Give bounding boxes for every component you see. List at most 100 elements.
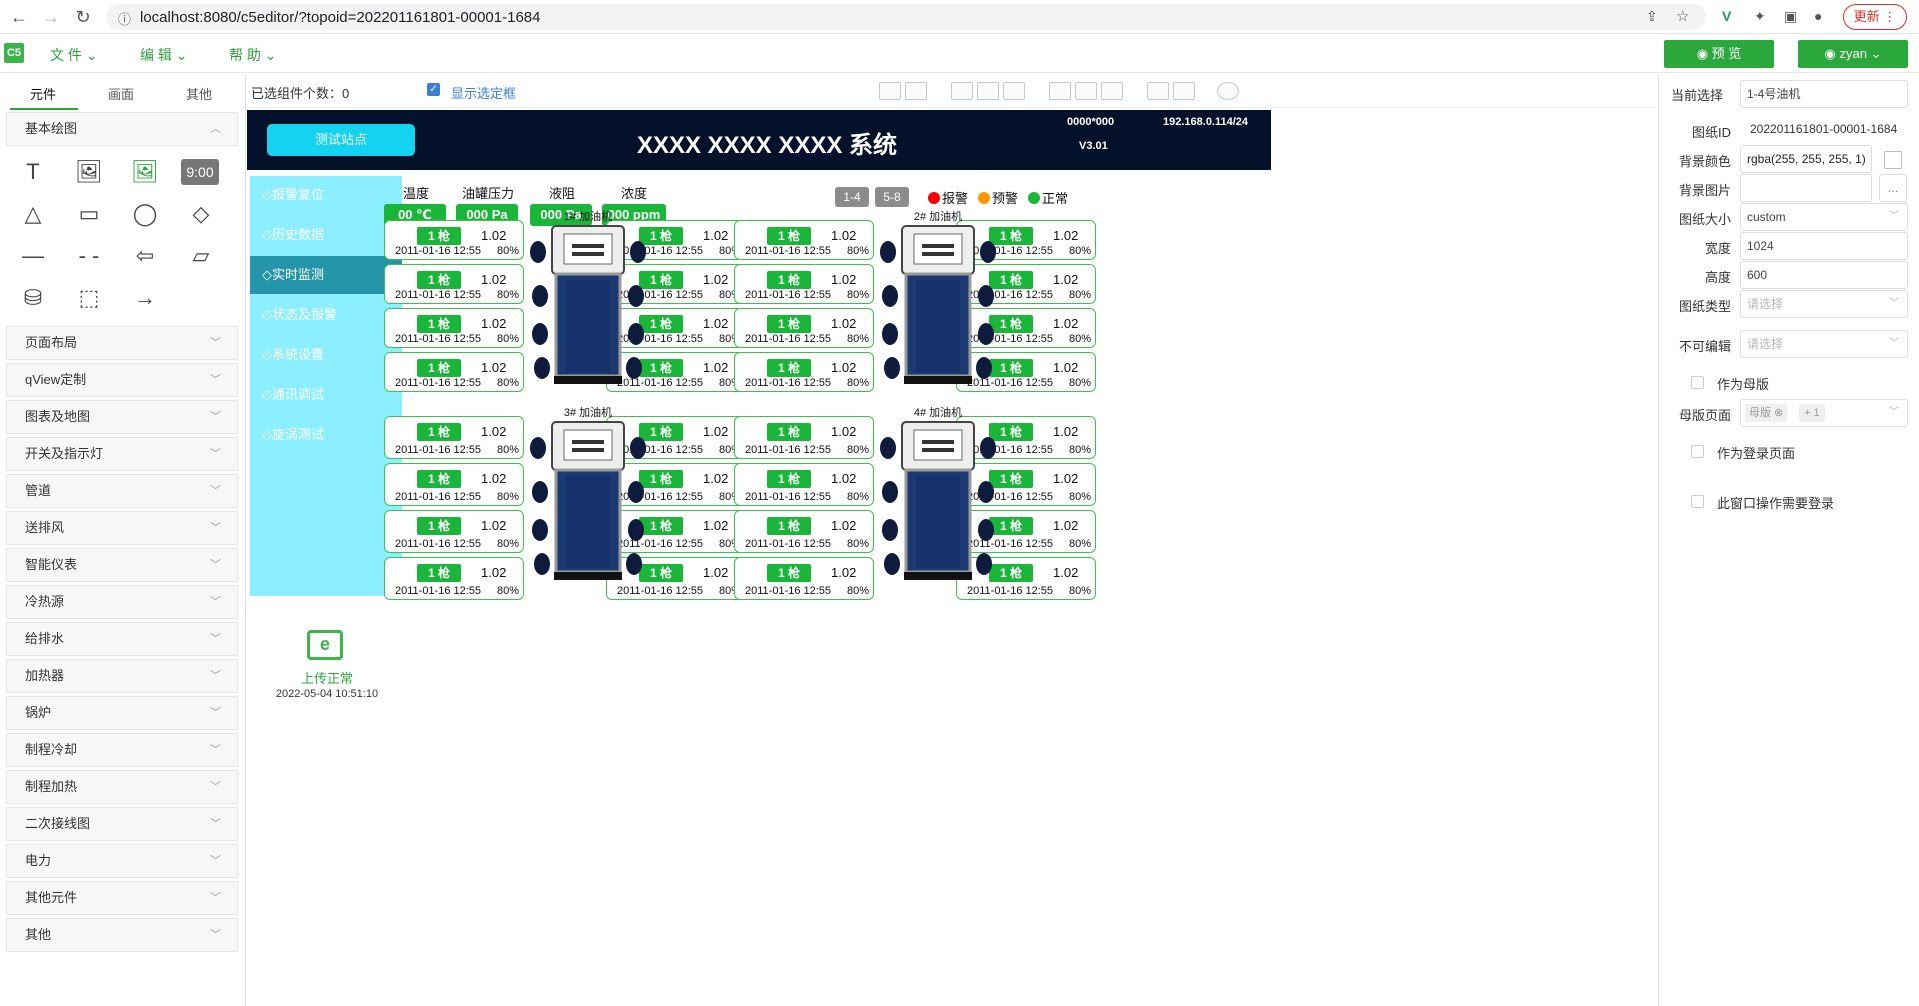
as-login-page-checkbox[interactable] [1691,445,1704,458]
group-icon[interactable] [879,82,901,100]
text-tool-icon[interactable]: T [13,156,53,188]
category-item[interactable]: qView定制 ﹀ [6,363,238,397]
nozzle-card[interactable]: 1 枪 1.02 2011-01-16 12:55 80% [734,220,874,260]
arrow-shape-tool-icon[interactable]: ⇦ [125,240,165,272]
need-login-checkbox[interactable] [1691,495,1704,508]
bg-image-browse-button[interactable]: ... [1879,174,1907,202]
category-item[interactable]: 电力 ﹀ [6,844,238,878]
fuel-dispenser-icon[interactable] [528,418,648,586]
nozzle-card[interactable]: 1 枪 1.02 2011-01-16 12:55 80% [734,264,874,304]
category-item[interactable]: 其他元件 ﹀ [6,881,238,915]
nozzle-card[interactable]: 1 枪 1.02 2011-01-16 12:55 80% [384,264,524,304]
update-button[interactable]: 更新 ⋮ [1843,4,1907,30]
category-basic-drawing[interactable]: 基本绘图 ︿ [6,112,238,146]
category-item[interactable]: 制程冷却 ﹀ [6,733,238,767]
category-item[interactable]: 冷热源 ﹀ [6,585,238,619]
category-item[interactable]: 其他 ﹀ [6,918,238,952]
master-tag[interactable]: 母版 ⊗ [1745,404,1788,422]
triangle-tool-icon[interactable]: △ [13,198,53,230]
arrow-line-tool-icon[interactable]: → [125,282,165,314]
reload-icon[interactable]: ↻ [72,6,94,28]
page-button[interactable]: 1-4 [835,187,869,207]
hmi-nav-item[interactable]: ◇通讯调试 [250,376,402,414]
profile-icon[interactable]: ● [1814,8,1822,24]
drawing-canvas[interactable]: 测试站点 XXXX XXXX XXXX 系统 0000*000 192.168.… [247,110,1271,710]
paper-type-select[interactable]: 请选择 ﹀ [1740,290,1908,318]
picture-tool-icon[interactable]: 🖼 [125,156,165,188]
align-top-icon[interactable] [1049,82,1071,100]
move-icon[interactable] [1217,82,1239,100]
nozzle-card[interactable]: 1 枪 1.02 2011-01-16 12:55 80% [384,510,524,553]
align-left-icon[interactable] [951,82,973,100]
nozzle-card[interactable]: 1 枪 1.02 2011-01-16 12:55 80% [734,463,874,506]
no-edit-select[interactable]: 请选择 ﹀ [1740,330,1908,358]
back-icon[interactable]: ← [8,6,30,28]
as-master-checkbox[interactable] [1691,376,1704,389]
align-bottom-icon[interactable] [1101,82,1123,100]
fuel-dispenser-icon[interactable] [528,222,648,390]
width-field[interactable]: 1024 [1740,232,1908,260]
preview-button[interactable]: ◉ 预 览 [1664,40,1774,68]
category-item[interactable]: 页面布局 ﹀ [6,326,238,360]
align-center-icon[interactable] [977,82,999,100]
distribute-horizontal-icon[interactable] [1147,82,1169,100]
user-menu-button[interactable]: ◉ zyan ⌄ [1798,40,1908,68]
nozzle-card[interactable]: 1 枪 1.02 2011-01-16 12:55 80% [734,510,874,553]
parallelogram-tool-icon[interactable]: ▱ [181,240,221,272]
line-tool-icon[interactable]: — [13,240,53,272]
hmi-nav-item[interactable]: ◇旋涡测试 [250,416,402,454]
nozzle-card[interactable]: 1 枪 1.02 2011-01-16 12:55 80% [384,220,524,260]
show-box-checkbox[interactable]: ✓ [427,83,440,96]
sidebar-icon[interactable]: ▣ [1784,8,1797,25]
clock-tool-icon[interactable]: 9:00 [181,159,219,185]
tab-other[interactable]: 其他 [186,84,212,103]
hmi-nav-item[interactable]: ◇历史数据 [250,216,402,254]
align-middle-icon[interactable] [1075,82,1097,100]
category-item[interactable]: 开关及指示灯 ﹀ [6,437,238,471]
nozzle-card[interactable]: 1 枪 1.02 2011-01-16 12:55 80% [384,557,524,600]
align-right-icon[interactable] [1003,82,1025,100]
forward-icon[interactable]: → [40,6,62,28]
diamond-tool-icon[interactable]: ◇ [181,198,221,230]
nozzle-card[interactable]: 1 枪 1.02 2011-01-16 12:55 80% [384,352,524,392]
bookmark-star-icon[interactable]: ☆ [1676,7,1689,25]
hmi-nav-item[interactable]: ◇状态及报警 [250,296,402,334]
current-selection-field[interactable]: 1-4号油机 [1740,80,1908,108]
share-icon[interactable]: ⇪ [1646,8,1658,25]
color-swatch[interactable] [1884,151,1902,169]
cylinder-tool-icon[interactable]: ⛁ [13,282,53,314]
category-item[interactable]: 制程加热 ﹀ [6,770,238,804]
nozzle-card[interactable]: 1 枪 1.02 2011-01-16 12:55 80% [734,352,874,392]
cube-tool-icon[interactable]: ⬚ [69,282,109,314]
rectangle-tool-icon[interactable]: ▭ [69,198,109,230]
info-icon[interactable]: ⓘ [118,9,131,28]
nozzle-card[interactable]: 1 枪 1.02 2011-01-16 12:55 80% [734,557,874,600]
master-page-select[interactable]: 母版 ⊗ + 1 ﹀ [1740,399,1908,427]
height-field[interactable]: 600 [1740,261,1908,289]
extensions-icon[interactable]: ✦ [1754,8,1766,25]
dashed-line-tool-icon[interactable]: - - [69,240,109,272]
category-item[interactable]: 管道 ﹀ [6,474,238,508]
category-item[interactable]: 图表及地图 ﹀ [6,400,238,434]
category-item[interactable]: 锅炉 ﹀ [6,696,238,730]
fuel-dispenser-icon[interactable] [878,418,998,586]
tab-screens[interactable]: 画面 [108,84,134,103]
image-tool-icon[interactable]: 🖼 [69,156,109,188]
tab-components[interactable]: 元件 [30,84,56,103]
menu-help[interactable]: 帮 助 ⌄ [229,45,277,65]
category-item[interactable]: 送排风 ﹀ [6,511,238,545]
category-item[interactable]: 智能仪表 ﹀ [6,548,238,582]
category-item[interactable]: 加热器 ﹀ [6,659,238,693]
nozzle-card[interactable]: 1 枪 1.02 2011-01-16 12:55 80% [734,416,874,459]
ungroup-icon[interactable] [905,82,927,100]
test-site-button[interactable]: 测试站点 [267,124,415,156]
nozzle-card[interactable]: 1 枪 1.02 2011-01-16 12:55 80% [734,308,874,348]
category-item[interactable]: 给排水 ﹀ [6,622,238,656]
nozzle-card[interactable]: 1 枪 1.02 2011-01-16 12:55 80% [384,308,524,348]
vue-extension-icon[interactable]: V [1722,8,1731,24]
nozzle-card[interactable]: 1 枪 1.02 2011-01-16 12:55 80% [384,463,524,506]
address-bar[interactable]: ⓘ localhost:8080/c5editor/?topoid=202201… [106,4,1706,30]
page-button[interactable]: 5-8 [875,187,909,207]
paper-size-select[interactable]: custom ﹀ [1740,203,1908,231]
menu-edit[interactable]: 编 辑 ⌄ [140,45,188,65]
